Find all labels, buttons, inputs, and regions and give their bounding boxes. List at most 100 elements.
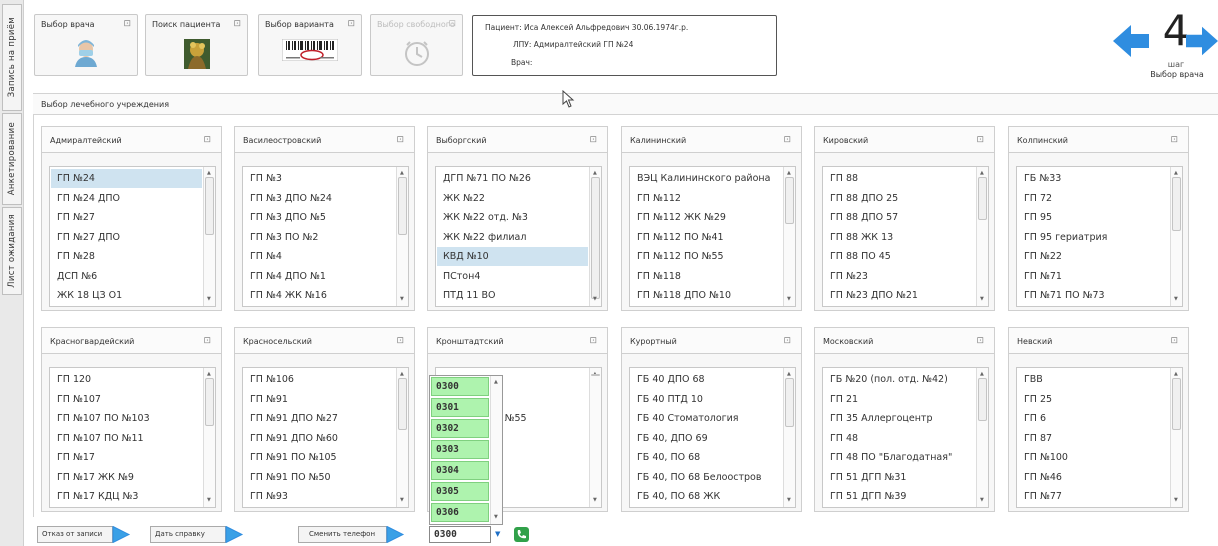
pin-icon[interactable]: ⊡ [396,135,404,145]
choose-doctor-button[interactable]: Выбор врача ⊡ [34,14,138,76]
scroll-thumb[interactable] [978,177,987,220]
clinic-list-item[interactable]: ГП №91 ДПО №60 [244,429,395,448]
scroll-down-icon[interactable]: ▼ [1174,497,1178,503]
clinic-list-item[interactable]: ГП №3 ПО №2 [244,228,395,247]
clinic-list-item[interactable]: ГВВ [1018,370,1169,389]
list-scrollbar[interactable]: ▲▼ [589,368,601,507]
pin-icon[interactable]: ⊡ [589,336,597,346]
clinic-list-item[interactable]: ГБ 40 ПТД 10 [631,390,782,409]
clinic-list-item[interactable]: ГП 88 ПО 45 [824,247,975,266]
clinic-list-item[interactable]: ГП №28 [51,247,202,266]
clinic-list-item[interactable]: ГП №22 [1018,247,1169,266]
dropdown-list[interactable]: ▲ ▼ 0300 0301 0302 0303 0304 0305 0306 0307 [429,375,503,525]
clinic-list-item[interactable]: ГП №107 ПО №11 [51,429,202,448]
clinic-list-item[interactable]: ДСП №6 [51,267,202,286]
clinic-list-item[interactable]: ГП №27 [51,208,202,227]
clinic-list-item[interactable]: ДГП №71 ПО №26 [437,169,588,188]
clinic-list-item[interactable]: ГП №17 ЖК №9 [51,468,202,487]
clinic-list-item[interactable]: ГП 95 [1018,208,1169,227]
side-tab-waiting-list[interactable]: Лист ожидания [2,207,22,295]
clinic-list-item[interactable]: ГП 48 [824,429,975,448]
choose-free-slot-button[interactable]: Выбор свободного ⊡ [370,14,463,76]
clinic-list-item[interactable]: ПТД 11 ВО [437,286,588,305]
clinic-list-item[interactable]: ГП №4 [244,247,395,266]
clinic-list-item[interactable]: ГП №4 ЖК №16 [244,286,395,305]
give-certificate-button[interactable] [150,526,250,543]
scroll-down-icon[interactable]: ▼ [400,296,404,302]
scroll-up-icon[interactable]: ▲ [207,371,211,377]
clinic-list-item[interactable]: ГП 6 [1018,409,1169,428]
list-scrollbar[interactable]: ▲▼ [396,167,408,306]
clinic-list-item[interactable]: ГБ №33 [1018,169,1169,188]
clinic-list[interactable]: ГП №24 ГП №24 ДПО ГП №27 ГП №27 ДПО ГП №28 ДС… [49,166,216,307]
clinic-list-item[interactable]: ЖК №22 филиал [437,228,588,247]
scroll-down-icon[interactable]: ▼ [787,296,791,302]
clinic-list-item[interactable]: ГБ 40, ПО 68 [631,448,782,467]
scroll-thumb[interactable] [785,378,794,427]
choose-variant-button[interactable]: Выбор варианта ⊡ [258,14,362,76]
clinic-list[interactable]: ГП №106 ГП №91 ГП №91 ДПО №27 ГП №91 ДПО №6… [242,367,409,508]
phone-icon[interactable] [514,527,529,542]
clinic-list-item[interactable]: ПСтон4 [437,267,588,286]
list-scrollbar[interactable]: ▲▼ [396,368,408,507]
scroll-up-icon[interactable]: ▲ [593,170,597,176]
clinic-list-item[interactable]: ГП №107 ПО №103 [51,409,202,428]
scroll-up-icon[interactable]: ▲ [787,371,791,377]
clinic-list-item[interactable]: ГБ 40, ДПО 69 [631,429,782,448]
clinic-list-item[interactable]: ГП №23 [824,267,975,286]
change-phone-button[interactable] [298,526,408,543]
side-tab-appointment[interactable]: Запись на приём [2,4,22,111]
pin-icon[interactable]: ⊡ [783,135,791,145]
back-arrow-icon[interactable] [1113,22,1149,60]
clinic-list-item[interactable]: ГП №93 [244,487,395,506]
dropdown-option[interactable]: 0307 [431,524,489,525]
clinic-list[interactable]: ВЭЦ Калининского района ГП №112 ГП №112 ЖК… [629,166,796,307]
scroll-thumb[interactable] [1172,177,1181,231]
side-tab-survey[interactable]: Анкетирование [2,113,22,205]
pin-icon[interactable]: ⊡ [1170,135,1178,145]
scroll-thumb[interactable] [205,378,214,426]
scroll-up-icon[interactable]: ▲ [400,371,404,377]
scroll-down-icon[interactable]: ▼ [400,497,404,503]
pin-icon[interactable]: ⊡ [589,135,597,145]
clinic-list-item[interactable]: ГП №4 ДПО №1 [244,267,395,286]
clinic-list-item[interactable]: ГП №112 [631,189,782,208]
chevron-down-icon[interactable]: ▼ [495,530,500,538]
clinic-list-item[interactable]: ГП №91 ПО №105 [244,448,395,467]
forward-arrow-icon[interactable] [1186,22,1218,60]
dropdown-option[interactable]: 0305 [431,482,489,501]
pin-icon[interactable]: ⊡ [203,336,211,346]
clinic-list[interactable]: ГБ №33 ГП 72 ГП 95 ГП 95 гериатрия ГП №22 ГП … [1016,166,1183,307]
clinic-list-item[interactable]: ГБ 40, ПО 68 ЖК [631,487,782,506]
clinic-list-item[interactable]: ГП №3 ДПО №5 [244,208,395,227]
pin-icon[interactable]: ⊡ [976,336,984,346]
scroll-down-icon[interactable]: ▼ [593,497,597,503]
pin-icon[interactable]: ⊡ [783,336,791,346]
dropdown-option[interactable]: 0301 [431,398,489,417]
clinic-list-item[interactable]: ГП №91 ПО №50 [244,468,395,487]
dropdown-option[interactable]: 0300 [431,377,489,396]
scroll-thumb[interactable] [591,374,600,376]
scroll-down-icon[interactable]: ▼ [1174,296,1178,302]
list-scrollbar[interactable]: ▲▼ [976,167,988,306]
scroll-thumb[interactable] [978,378,987,421]
clinic-list-item[interactable]: ГП 88 ДПО 25 [824,189,975,208]
clinic-list-item[interactable]: ГП 51 ДГП №31 [824,468,975,487]
scroll-up-icon[interactable]: ▲ [980,170,984,176]
clinic-list[interactable]: ДГП №71 ПО №26 ЖК №22 ЖК №22 отд. №3 ЖК №22… [435,166,602,307]
clinic-list-item[interactable]: ГП №77 [1018,487,1169,506]
pin-icon[interactable]: ⊡ [1170,336,1178,346]
clinic-list-item[interactable]: ГП №118 [631,267,782,286]
clinic-list[interactable]: ГБ 40 ДПО 68 ГБ 40 ПТД 10 ГБ 40 Стоматолог… [629,367,796,508]
clinic-list-item[interactable]: ГП №71 ПО №73 [1018,286,1169,305]
list-scrollbar[interactable]: ▲▼ [1170,368,1182,507]
clinic-list-item[interactable]: ГП №91 ДПО №27 [244,409,395,428]
scroll-up-icon[interactable]: ▲ [787,170,791,176]
clinic-list[interactable]: ГП 120 ГП №107 ГП №107 ПО №103 ГП №107 ПО №… [49,367,216,508]
dropdown-scrollbar[interactable]: ▲ ▼ [490,376,502,524]
scroll-thumb[interactable] [205,177,214,235]
clinic-list-item[interactable]: ГП 88 ДПО 57 [824,208,975,227]
scroll-up-icon[interactable]: ▲ [1174,170,1178,176]
scroll-up-icon[interactable]: ▲ [980,371,984,377]
clinic-list-item[interactable]: ЖК 18 ЦЗ О1 [51,286,202,305]
